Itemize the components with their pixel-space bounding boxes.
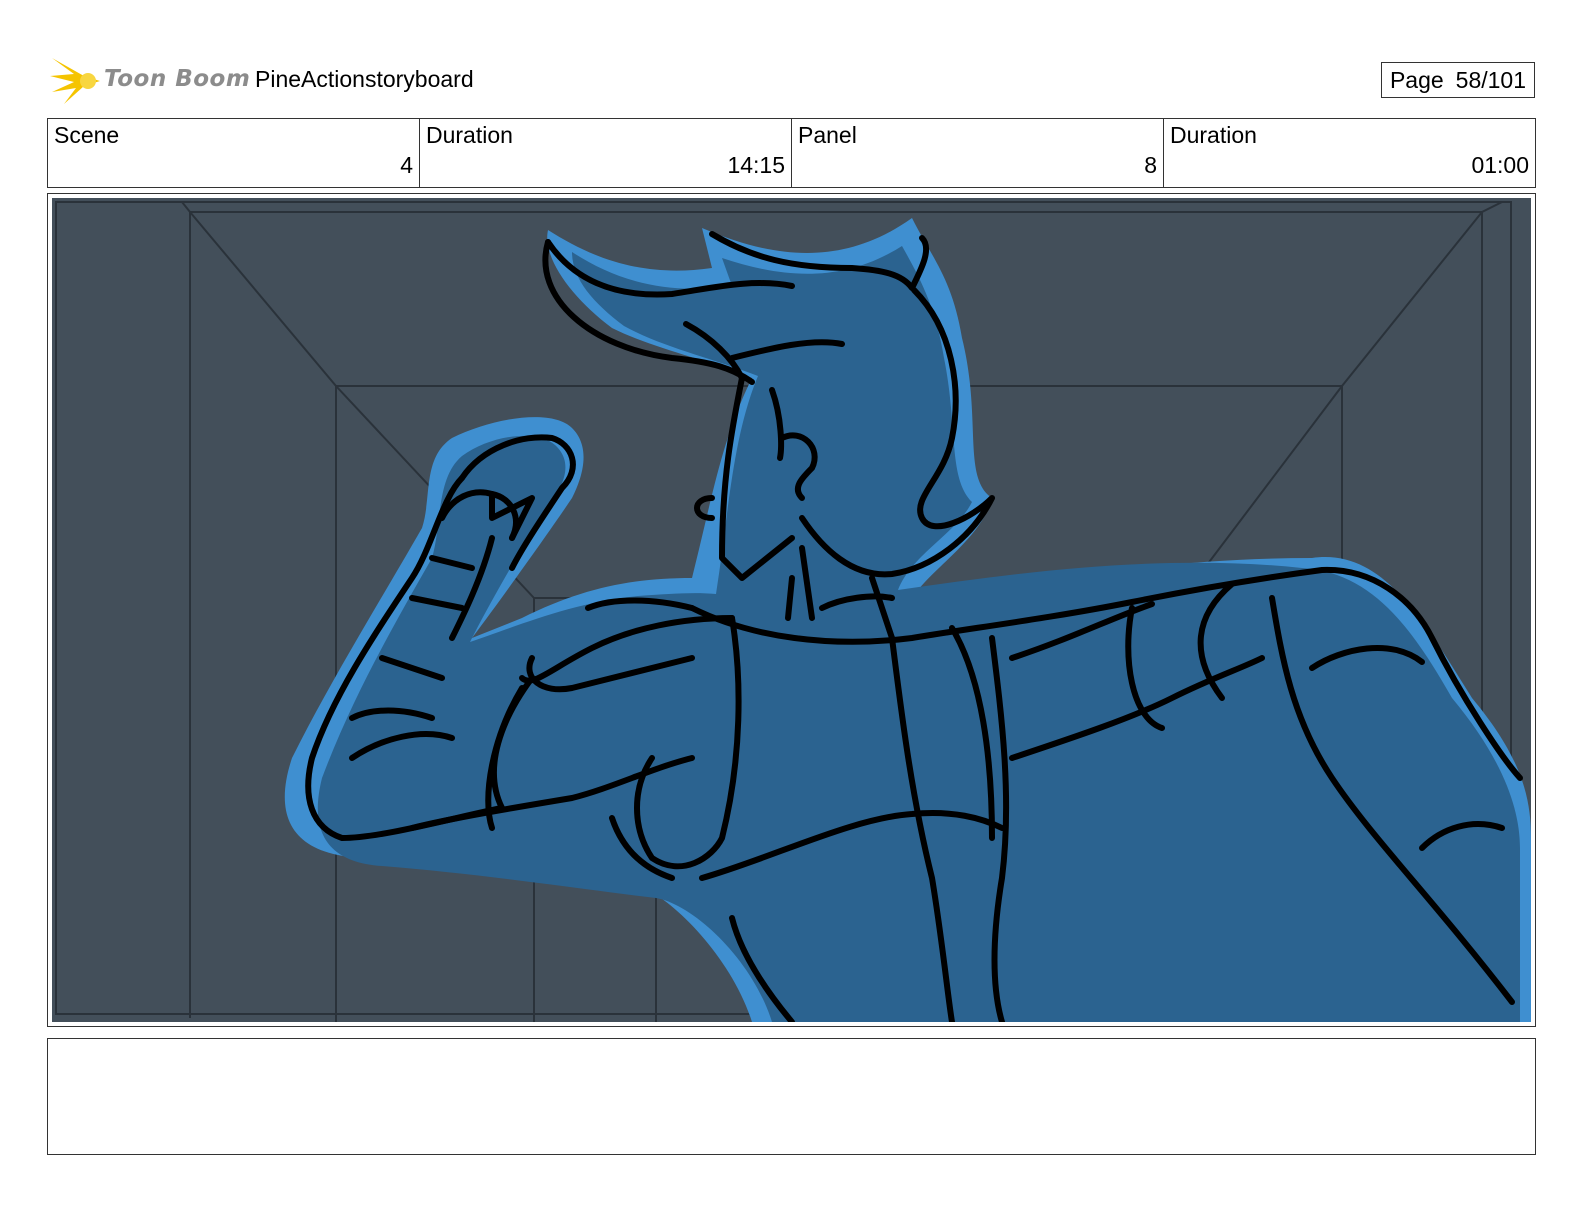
scene-duration-label: Duration (426, 122, 513, 148)
page-number: 58/101 (1455, 66, 1527, 93)
page-label: Page (1389, 66, 1444, 93)
panel-sketch-image (52, 198, 1531, 1022)
project-title: PineActionstoryboard (255, 66, 474, 92)
scene-value: 4 (400, 152, 413, 178)
panel-notes-box (47, 1038, 1536, 1155)
scene-info-table: Scene 4 Duration 14:15 Panel 8 Duration … (47, 118, 1536, 188)
storyboard-panel (47, 193, 1536, 1027)
panel-label: Panel (798, 122, 857, 148)
panel-cell: Panel 8 (792, 119, 1164, 187)
toon-boom-logo: Toon Boom (50, 54, 250, 108)
panel-value: 8 (1144, 152, 1157, 178)
logo-brand-text: Toon Boom (104, 66, 251, 92)
scene-label: Scene (54, 122, 120, 148)
panel-duration-cell: Duration 01:00 (1164, 119, 1535, 187)
sunburst-logo-icon (50, 58, 100, 104)
scene-cell: Scene 4 (48, 119, 420, 187)
scene-duration-cell: Duration 14:15 (420, 119, 792, 187)
panel-duration-value: 01:00 (1471, 152, 1529, 178)
page-indicator: Page 58/101 (1381, 62, 1535, 98)
panel-duration-label: Duration (1170, 122, 1257, 148)
scene-duration-value: 14:15 (727, 152, 785, 178)
